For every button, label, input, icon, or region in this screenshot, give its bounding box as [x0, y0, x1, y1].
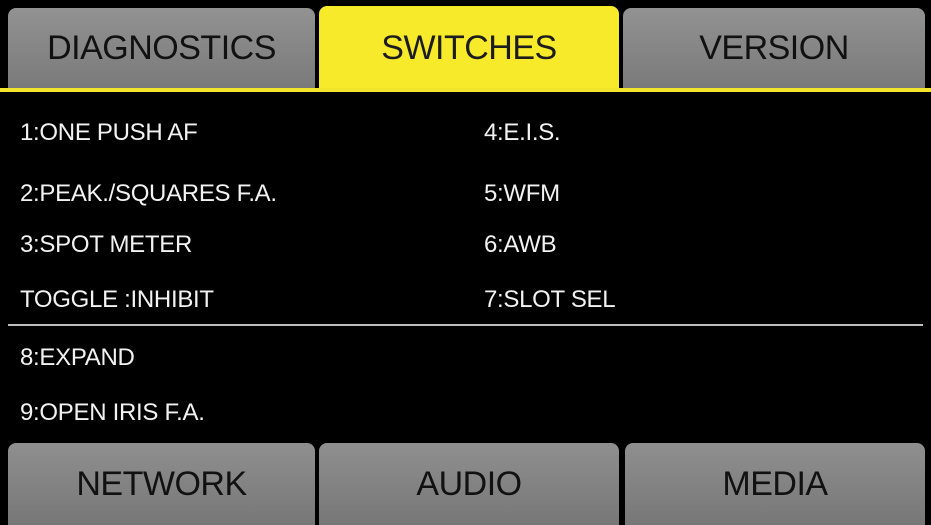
tab-version-label: VERSION [699, 28, 849, 67]
tab-diagnostics-label: DIAGNOSTICS [47, 28, 276, 67]
switches-content: 1:ONE PUSH AF 2:PEAK./SQUARES F.A. 3:SPO… [0, 92, 931, 442]
switch-1-item[interactable]: 1:ONE PUSH AF [20, 119, 198, 147]
top-tab-bar: DIAGNOSTICS SWITCHES VERSION [8, 6, 925, 90]
tab-audio[interactable]: AUDIO [319, 443, 619, 525]
switch-6-item[interactable]: 6:AWB [484, 231, 557, 259]
switch-5-item[interactable]: 5:WFM [484, 180, 560, 208]
tab-network[interactable]: NETWORK [8, 443, 315, 525]
switch-4-item[interactable]: 4:E.I.S. [484, 119, 561, 147]
switch-9-item[interactable]: 9:OPEN IRIS F.A. [20, 399, 205, 427]
section-divider [8, 324, 923, 326]
bottom-tab-bar: NETWORK AUDIO MEDIA [8, 443, 925, 525]
tab-switches-label: SWITCHES [381, 28, 557, 67]
tab-audio-label: AUDIO [416, 464, 522, 503]
switch-8-item[interactable]: 8:EXPAND [20, 344, 135, 372]
tab-network-label: NETWORK [76, 464, 247, 503]
tab-version[interactable]: VERSION [623, 8, 925, 88]
toggle-item[interactable]: TOGGLE :INHIBIT [20, 286, 214, 314]
tab-switches[interactable]: SWITCHES [319, 6, 619, 90]
switch-2-item[interactable]: 2:PEAK./SQUARES F.A. [20, 180, 277, 208]
tab-media-label: MEDIA [722, 464, 828, 503]
switch-7-item[interactable]: 7:SLOT SEL [484, 286, 616, 314]
switch-3-item[interactable]: 3:SPOT METER [20, 231, 192, 259]
tab-media[interactable]: MEDIA [625, 443, 925, 525]
switches-screen: DIAGNOSTICS SWITCHES VERSION 1:ONE PUSH … [0, 0, 931, 525]
tab-diagnostics[interactable]: DIAGNOSTICS [8, 8, 315, 88]
